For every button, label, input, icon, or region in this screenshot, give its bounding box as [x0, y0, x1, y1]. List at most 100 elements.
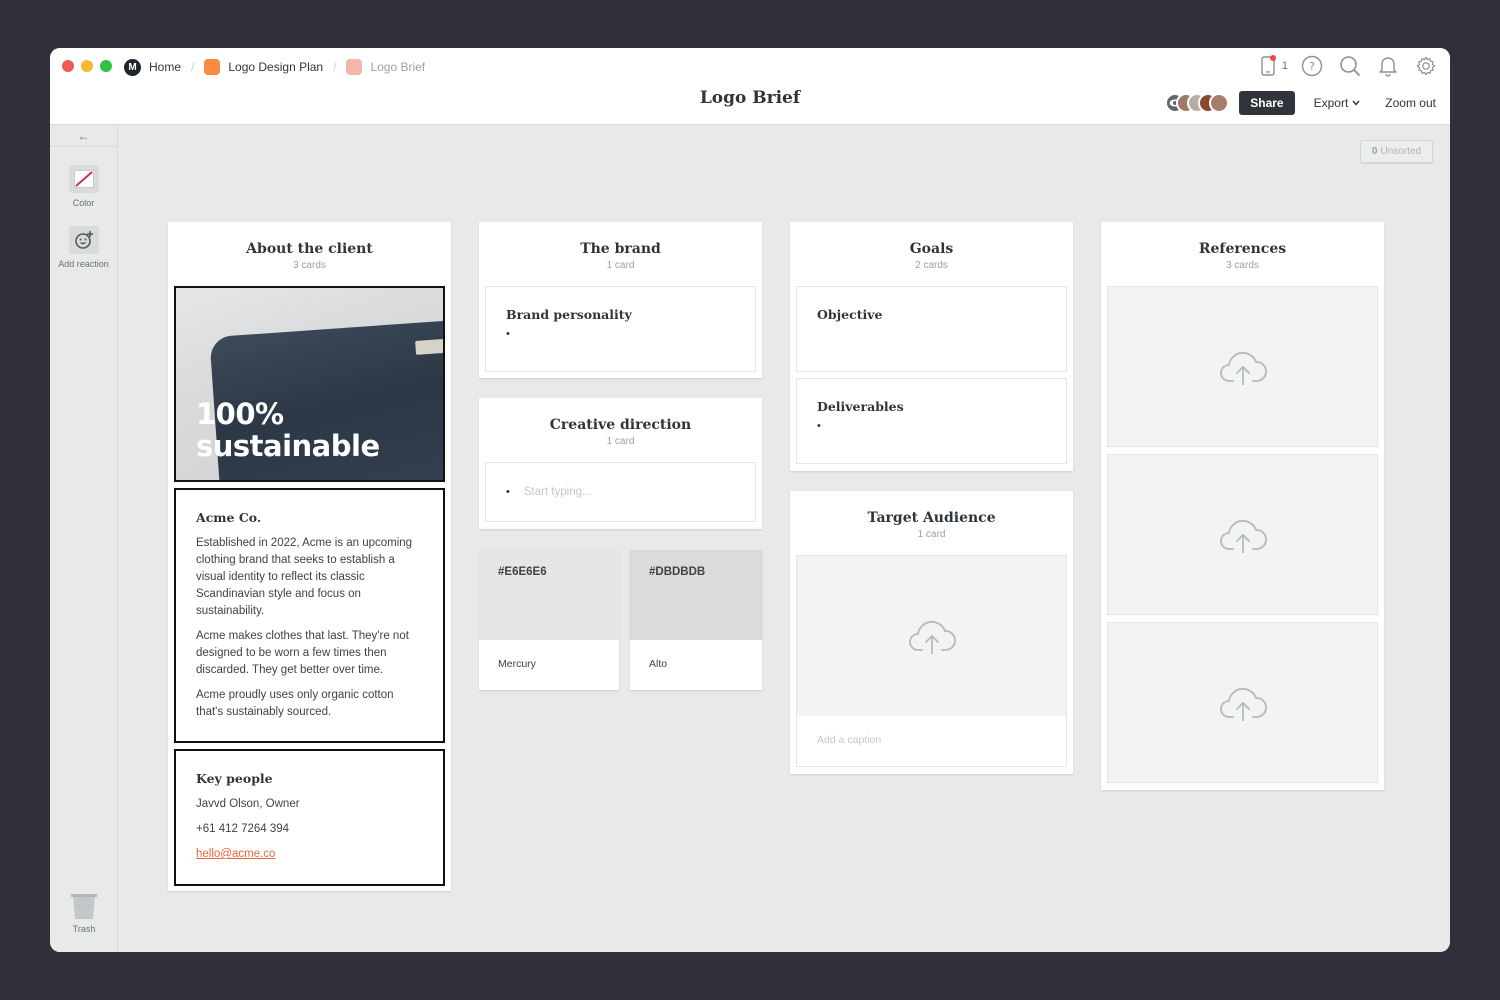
device-count: 1	[1281, 60, 1288, 72]
card-paragraph: Acme proudly uses only organic cotton th…	[196, 689, 394, 718]
column-title[interactable]: Goals	[796, 241, 1067, 257]
reference-upload-2[interactable]	[1107, 454, 1378, 615]
email-link[interactable]: hello@acme.co	[196, 848, 275, 860]
breadcrumb-logo-design-plan[interactable]: Logo Design Plan	[204, 59, 323, 75]
color-tool-box	[68, 165, 99, 193]
column-title[interactable]: Target Audience	[796, 510, 1067, 526]
color-swatch-mercury[interactable]: #E6E6E6 Mercury	[479, 550, 619, 690]
cloud-upload-icon	[1219, 687, 1267, 721]
card-paragraph: Established in 2022, Acme is an upcoming…	[196, 537, 413, 617]
reference-upload-3[interactable]	[1107, 622, 1378, 783]
board-icon	[204, 59, 221, 75]
window-controls	[62, 60, 112, 72]
search-button[interactable]	[1338, 54, 1362, 78]
notification-dot	[1269, 55, 1276, 61]
cloud-upload-icon	[908, 621, 956, 654]
column-title[interactable]: Creative direction	[485, 417, 756, 433]
breadcrumb-separator: /	[191, 60, 195, 74]
unsorted-button[interactable]: 0 Unsorted	[1360, 140, 1433, 163]
settings-button[interactable]	[1414, 54, 1438, 78]
objective-card[interactable]: Objective	[796, 286, 1067, 372]
zoom-out-button[interactable]: Zoom out	[1385, 96, 1436, 110]
arrow-left-icon: ←	[77, 128, 90, 143]
column-goals[interactable]: Goals 2 cards Objective Deliverables •	[790, 222, 1073, 471]
unsorted-label: Unsorted	[1380, 146, 1422, 157]
card-title: Objective	[817, 307, 883, 322]
board-canvas[interactable]: 0 Unsorted About the client 3 cards 100%…	[119, 125, 1450, 952]
column-title[interactable]: References	[1107, 241, 1378, 257]
empty-bullet[interactable]: •	[506, 328, 735, 340]
color-tool[interactable]: Color	[50, 165, 117, 208]
add-reaction-icon	[74, 231, 93, 249]
creative-direction-card[interactable]: • Start typing...	[485, 462, 756, 522]
column-count: 1 card	[917, 529, 946, 540]
column-count: 3 cards	[293, 260, 326, 271]
devices-button[interactable]	[1256, 54, 1280, 78]
column-header: Creative direction 1 card	[485, 404, 756, 462]
chevron-down-icon	[1352, 100, 1360, 106]
export-label: Export	[1313, 96, 1349, 110]
image-upload-area[interactable]	[797, 556, 1066, 716]
empty-bullet[interactable]: •	[817, 420, 1046, 432]
export-button[interactable]: Export	[1314, 96, 1361, 110]
image-overlay-text: 100% sustainable	[196, 398, 380, 462]
help-button[interactable]: ?	[1300, 54, 1324, 78]
tool-label: Add reaction	[58, 259, 109, 269]
reference-upload-1[interactable]	[1107, 286, 1378, 447]
avatar	[1209, 93, 1230, 113]
help-icon: ?	[1301, 55, 1323, 77]
breadcrumb-logo-brief[interactable]: Logo Brief	[346, 59, 425, 75]
column-the-brand[interactable]: The brand 1 card Brand personality •	[479, 222, 762, 378]
breadcrumb-home[interactable]: M Home	[124, 58, 181, 76]
share-button[interactable]: Share	[1239, 91, 1295, 115]
caption-input[interactable]: Add a caption	[797, 716, 1066, 764]
card-title: Brand personality	[506, 307, 632, 322]
column-references[interactable]: References 3 cards	[1101, 222, 1384, 790]
column-target-audience[interactable]: Target Audience 1 card Add a caption	[790, 491, 1073, 774]
breadcrumb-separator: /	[333, 60, 337, 74]
column-header: References 3 cards	[1107, 228, 1378, 286]
breadcrumb: M Home / Logo Design Plan / Logo Brief	[124, 57, 425, 77]
header-actions: Share Export Zoom out	[1165, 91, 1436, 115]
brand-personality-card[interactable]: Brand personality •	[485, 286, 756, 372]
column-about-the-client[interactable]: About the client 3 cards 100% sustainabl…	[168, 222, 451, 891]
card-title: Deliverables	[817, 399, 904, 414]
close-window-button[interactable]	[62, 60, 74, 72]
tool-sidebar: ← Color Add reaction Trash	[50, 125, 118, 952]
column-header: The brand 1 card	[485, 228, 756, 286]
cloud-upload-icon	[1219, 519, 1267, 553]
unsorted-count: 0	[1371, 146, 1378, 157]
notifications-button[interactable]	[1376, 54, 1400, 78]
search-icon	[1340, 56, 1361, 77]
key-people-card[interactable]: Key people Javvd Olson, Owner +61 412 72…	[174, 749, 445, 886]
minimize-window-button[interactable]	[81, 60, 93, 72]
column-title[interactable]: The brand	[485, 241, 756, 257]
card-title: Key people	[196, 771, 273, 786]
page-title[interactable]: Logo Brief	[700, 88, 800, 108]
swatch-name: Alto	[649, 658, 668, 670]
audience-image-card[interactable]: Add a caption	[796, 555, 1067, 767]
app-window: M Home / Logo Design Plan / Logo Brief L…	[50, 48, 1450, 952]
breadcrumb-label: Logo Brief	[370, 60, 426, 74]
image-card[interactable]: 100% sustainable	[174, 286, 445, 482]
column-creative-direction[interactable]: Creative direction 1 card • Start typing…	[479, 398, 762, 529]
maximize-window-button[interactable]	[100, 60, 112, 72]
tool-label: Color	[72, 198, 95, 208]
deliverables-card[interactable]: Deliverables •	[796, 378, 1067, 464]
jeans-label	[415, 337, 443, 355]
add-reaction-box	[68, 226, 99, 254]
person-name: Javvd Olson, Owner	[196, 798, 300, 810]
collaborator-avatars[interactable]	[1165, 93, 1230, 113]
card-title: Acme Co.	[196, 510, 262, 525]
column-header: Goals 2 cards	[796, 228, 1067, 286]
trash-icon	[71, 894, 97, 919]
company-card[interactable]: Acme Co. Established in 2022, Acme is an…	[174, 488, 445, 743]
trash-button[interactable]: Trash	[50, 892, 118, 934]
back-button[interactable]: ←	[50, 125, 117, 147]
add-reaction-tool[interactable]: Add reaction	[50, 226, 117, 269]
column-header: About the client 3 cards	[174, 228, 445, 286]
column-title[interactable]: About the client	[174, 241, 445, 257]
text-placeholder[interactable]: Start typing...	[524, 486, 592, 498]
top-icons: 1 ?	[1256, 54, 1438, 78]
color-swatch-alto[interactable]: #DBDBDB Alto	[630, 550, 762, 690]
